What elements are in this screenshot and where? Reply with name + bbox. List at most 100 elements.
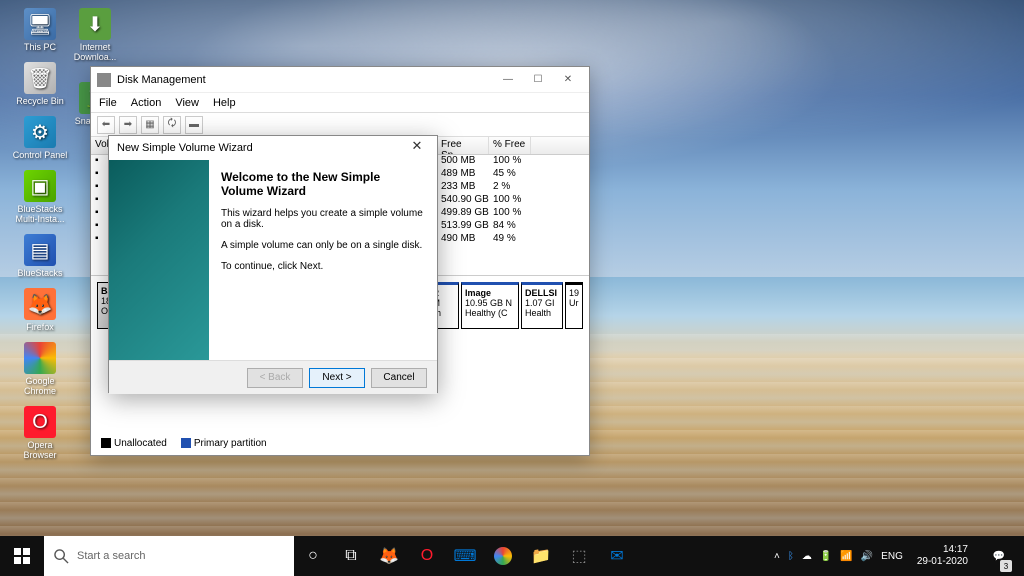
start-button[interactable]: [0, 536, 44, 576]
taskbar-app[interactable]: 📁: [522, 536, 560, 576]
icon-label: This PC: [24, 42, 56, 52]
wizard-buttons: < Back Next > Cancel: [109, 360, 437, 394]
search-box[interactable]: Start a search: [44, 536, 294, 576]
wizard-text: A simple volume can only be on a single …: [221, 240, 425, 251]
battery-icon[interactable]: 🔋: [820, 551, 832, 562]
percent-free: 49 %: [489, 233, 531, 245]
vol-size: 19: [569, 288, 579, 298]
header-freespace[interactable]: Free Sp...: [437, 137, 489, 154]
desktop-icon-opera[interactable]: OOpera Browser: [10, 406, 70, 460]
vol-status: Ur: [569, 298, 579, 308]
task-view-button[interactable]: ⧉: [332, 536, 370, 576]
vol-size: 1.07 GI: [525, 298, 555, 308]
free-space: 489 MB: [437, 168, 489, 181]
tray-chevron-icon[interactable]: ˄: [774, 551, 780, 562]
menu-action[interactable]: Action: [131, 97, 162, 109]
desktop-icon-firefox[interactable]: 🦊 Firefox: [10, 288, 70, 332]
toolbar-button[interactable]: ▦: [141, 116, 159, 134]
icon-label: Google Chrome: [10, 376, 70, 396]
menu-bar: File Action View Help: [91, 93, 589, 113]
taskbar-app[interactable]: ✉: [598, 536, 636, 576]
desktop-icon-bluestacks[interactable]: ▤ BlueStacks: [10, 234, 70, 278]
wizard-text: To continue, click Next.: [221, 261, 425, 272]
legend-unallocated: Unallocated: [101, 438, 167, 449]
vol-name: Image: [465, 288, 491, 298]
date: 29-01-2020: [917, 556, 968, 568]
pc-icon: 🖥: [24, 8, 56, 40]
back-button[interactable]: ⬅: [97, 116, 115, 134]
desktop-icons-column-1: 🖥 This PC 🗑Recycle Bin ⚙ Control Panel ▣Bl…: [10, 8, 70, 460]
windows-icon: [14, 548, 30, 564]
forward-button[interactable]: ➡: [119, 116, 137, 134]
wizard-titlebar[interactable]: New Simple Volume Wizard ✕: [109, 136, 437, 160]
legend-label: Primary partition: [194, 438, 267, 449]
bluestacks-icon: ▤: [24, 234, 56, 266]
taskbar-app[interactable]: O: [408, 536, 446, 576]
desktop-icon-this-pc[interactable]: 🖥 This PC: [10, 8, 70, 52]
cortana-button[interactable]: ○: [294, 536, 332, 576]
minimize-button[interactable]: —: [493, 69, 523, 91]
clock[interactable]: 14:17 29-01-2020: [911, 544, 974, 568]
volume-icon[interactable]: 🔊: [861, 551, 873, 562]
toolbar-button[interactable]: ▬: [185, 116, 203, 134]
legend-label: Unallocated: [114, 438, 167, 449]
close-button[interactable]: ✕: [553, 69, 583, 91]
wizard-heading: Welcome to the New Simple Volume Wizard: [221, 170, 425, 198]
vol-size: 10.95 GB N: [465, 298, 512, 308]
refresh-button[interactable]: 🗘: [163, 116, 181, 134]
icon-label: BlueStacks: [17, 268, 62, 278]
maximize-button[interactable]: ☐: [523, 69, 553, 91]
search-icon: [54, 549, 69, 564]
legend-primary: Primary partition: [181, 438, 267, 449]
wizard-title: New Simple Volume Wizard: [117, 142, 405, 154]
percent-free: 100 %: [489, 194, 531, 207]
header-percent-free[interactable]: % Free: [489, 137, 531, 154]
desktop-icon-recycle-bin[interactable]: 🗑Recycle Bin: [10, 62, 70, 106]
icon-label: Firefox: [26, 322, 54, 332]
action-center-button[interactable]: 💬 3: [982, 536, 1016, 576]
free-space: 499.89 GB: [437, 207, 489, 220]
taskbar-app[interactable]: ⬚: [560, 536, 598, 576]
window-titlebar[interactable]: Disk Management — ☐ ✕: [91, 67, 589, 93]
menu-file[interactable]: File: [99, 97, 117, 109]
taskbar-app[interactable]: 🦊: [370, 536, 408, 576]
free-space: 513.99 GB: [437, 220, 489, 233]
legend-swatch-icon: [181, 438, 191, 448]
free-space: 540.90 GB: [437, 194, 489, 207]
desktop-icon-control-panel[interactable]: ⚙ Control Panel: [10, 116, 70, 160]
taskbar-app[interactable]: [484, 536, 522, 576]
legend-swatch-icon: [101, 438, 111, 448]
volume-block[interactable]: DELLSI1.07 GIHealth: [521, 282, 563, 329]
icon-label: Control Panel: [13, 150, 68, 160]
firefox-icon: 🦊: [24, 288, 56, 320]
percent-free: 84 %: [489, 220, 531, 233]
next-button[interactable]: Next >: [309, 368, 365, 388]
wifi-icon[interactable]: 📶: [840, 551, 852, 562]
volume-block[interactable]: Image10.95 GB NHealthy (C: [461, 282, 519, 329]
percent-free: 100 %: [489, 207, 531, 220]
language-indicator[interactable]: ENG: [881, 551, 903, 562]
onedrive-icon[interactable]: ☁: [802, 551, 812, 562]
taskbar: Start a search ○ ⧉ 🦊 O ⌨ 📁 ⬚ ✉ ˄ ᛒ ☁ 🔋 📶…: [0, 536, 1024, 576]
notification-badge: 3: [1000, 560, 1012, 572]
close-button[interactable]: ✕: [405, 138, 429, 158]
cancel-button[interactable]: Cancel: [371, 368, 427, 388]
desktop-icon-chrome[interactable]: Google Chrome: [10, 342, 70, 396]
menu-help[interactable]: Help: [213, 97, 236, 109]
chrome-icon: [24, 342, 56, 374]
desktop-icon-idm[interactable]: ⬇Internet Downloa...: [65, 8, 125, 62]
icon-label: Opera Browser: [10, 440, 70, 460]
wizard-sidebar-graphic: [109, 160, 209, 360]
desktop-icon-bluestacks-multi[interactable]: ▣BlueStacks Multi-Insta...: [10, 170, 70, 224]
bluetooth-icon[interactable]: ᛒ: [788, 551, 794, 562]
search-placeholder: Start a search: [77, 550, 145, 562]
taskbar-app[interactable]: ⌨: [446, 536, 484, 576]
vol-status: Healthy (C: [465, 308, 508, 318]
vol-status: Health: [525, 308, 551, 318]
menu-view[interactable]: View: [175, 97, 199, 109]
wizard-text: This wizard helps you create a simple vo…: [221, 208, 425, 230]
toolbar: ⬅ ➡ ▦ 🗘 ▬: [91, 113, 589, 137]
control-panel-icon: ⚙: [24, 116, 56, 148]
volume-block[interactable]: 19Ur: [565, 282, 583, 329]
free-space: 490 MB: [437, 233, 489, 245]
